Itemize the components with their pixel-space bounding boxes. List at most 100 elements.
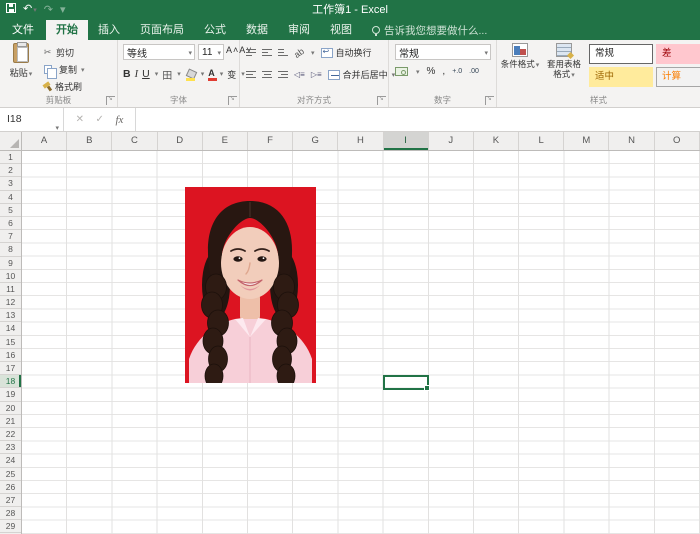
merge-center-button[interactable]: 合并后居中▾ <box>328 68 396 81</box>
tab-文件[interactable]: 文件 <box>0 20 46 40</box>
align-right-icon[interactable] <box>278 71 288 79</box>
row-header-13[interactable]: 13 <box>0 309 21 322</box>
column-header-N[interactable]: N <box>609 132 654 150</box>
cell-style-计算[interactable]: 计算 <box>656 67 700 87</box>
paste-button[interactable]: 粘贴▾ <box>4 43 38 95</box>
orientation-icon[interactable]: ab <box>292 46 306 60</box>
column-header-I[interactable]: I <box>384 132 429 150</box>
row-header-11[interactable]: 11 <box>0 283 21 296</box>
cell-style-常规[interactable]: 常规 <box>589 44 653 64</box>
insert-function-icon[interactable]: fx <box>115 114 123 126</box>
row-header-23[interactable]: 23 <box>0 441 21 454</box>
row-header-4[interactable]: 4 <box>0 191 21 204</box>
column-header-C[interactable]: C <box>112 132 157 150</box>
decrease-indent-icon[interactable]: ◁≡ <box>294 70 305 79</box>
column-header-G[interactable]: G <box>293 132 338 150</box>
column-header-D[interactable]: D <box>158 132 203 150</box>
italic-button[interactable]: I <box>135 69 139 80</box>
column-header-A[interactable]: A <box>22 132 67 150</box>
selected-cell-I18[interactable] <box>383 375 429 389</box>
tab-数据[interactable]: 数据 <box>236 20 278 40</box>
column-header-F[interactable]: F <box>248 132 293 150</box>
decrease-decimal-icon[interactable]: .00 <box>469 68 479 75</box>
cut-button[interactable]: ✂ 剪切 <box>42 45 116 60</box>
row-header-24[interactable]: 24 <box>0 454 21 467</box>
increase-decimal-icon[interactable]: +.0 <box>452 68 462 75</box>
top-align-icon[interactable] <box>246 49 256 57</box>
number-format-combo[interactable]: 常规▾ <box>395 44 491 60</box>
row-header-1[interactable]: 1 <box>0 151 21 164</box>
row-header-14[interactable]: 14 <box>0 322 21 335</box>
row-header-20[interactable]: 20 <box>0 402 21 415</box>
column-header-H[interactable]: H <box>338 132 383 150</box>
select-all-corner[interactable] <box>0 132 22 151</box>
font-name-combo[interactable]: 等线▾ <box>123 44 195 60</box>
bold-button[interactable]: B <box>123 68 131 80</box>
clipboard-dialog-launcher[interactable] <box>106 96 115 105</box>
align-left-icon[interactable] <box>246 71 256 79</box>
percent-style-icon[interactable]: % <box>427 66 436 77</box>
column-header-K[interactable]: K <box>474 132 519 150</box>
cell-style-适中[interactable]: 适中 <box>589 67 653 87</box>
row-header-6[interactable]: 6 <box>0 217 21 230</box>
row-header-7[interactable]: 7 <box>0 230 21 243</box>
cancel-icon[interactable]: ✕ <box>76 114 84 125</box>
font-color-icon[interactable]: A <box>208 68 215 81</box>
alignment-dialog-launcher[interactable] <box>377 96 386 105</box>
format-painter-button[interactable]: 格式刷 <box>42 79 116 94</box>
row-header-16[interactable]: 16 <box>0 349 21 362</box>
align-center-icon[interactable] <box>262 71 272 79</box>
tab-开始[interactable]: 开始 <box>46 20 88 40</box>
name-box[interactable]: I18▾ <box>0 108 64 131</box>
formula-input[interactable] <box>136 108 700 131</box>
tab-视图[interactable]: 视图 <box>320 20 362 40</box>
tab-插入[interactable]: 插入 <box>88 20 130 40</box>
column-header-L[interactable]: L <box>519 132 564 150</box>
row-header-17[interactable]: 17 <box>0 362 21 375</box>
tab-审阅[interactable]: 审阅 <box>278 20 320 40</box>
column-header-E[interactable]: E <box>203 132 248 150</box>
row-header-18[interactable]: 18 <box>0 375 21 388</box>
format-as-table-button[interactable]: 套用表格格式▾ <box>543 43 585 81</box>
row-header-26[interactable]: 26 <box>0 481 21 494</box>
row-header-25[interactable]: 25 <box>0 468 21 481</box>
row-header-21[interactable]: 21 <box>0 415 21 428</box>
column-header-O[interactable]: O <box>655 132 700 150</box>
row-header-3[interactable]: 3 <box>0 177 21 190</box>
fill-color-icon[interactable] <box>185 70 196 78</box>
tab-公式[interactable]: 公式 <box>194 20 236 40</box>
phonetic-guide-icon[interactable]: 变 <box>227 68 236 81</box>
column-header-B[interactable]: B <box>67 132 112 150</box>
row-header-27[interactable]: 27 <box>0 494 21 507</box>
column-header-M[interactable]: M <box>564 132 609 150</box>
row-header-15[interactable]: 15 <box>0 336 21 349</box>
increase-indent-icon[interactable]: ▷≡ <box>311 70 322 79</box>
conditional-formatting-button[interactable]: 条件格式▾ <box>499 43 541 71</box>
row-header-5[interactable]: 5 <box>0 204 21 217</box>
number-dialog-launcher[interactable] <box>485 96 494 105</box>
borders-icon[interactable]: 田 <box>162 67 172 82</box>
tell-me-box[interactable]: 告诉我您想要做什么... <box>362 20 487 40</box>
comma-style-icon[interactable]: , <box>442 66 445 77</box>
middle-align-icon[interactable] <box>262 49 272 57</box>
row-header-12[interactable]: 12 <box>0 296 21 309</box>
bottom-align-icon[interactable] <box>278 49 288 57</box>
row-header-9[interactable]: 9 <box>0 257 21 270</box>
enter-icon[interactable]: ✓ <box>96 114 104 125</box>
cell-style-差[interactable]: 差 <box>656 44 700 64</box>
cell-grid[interactable] <box>22 151 700 534</box>
row-header-19[interactable]: 19 <box>0 388 21 401</box>
row-header-10[interactable]: 10 <box>0 270 21 283</box>
row-header-2[interactable]: 2 <box>0 164 21 177</box>
wrap-text-button[interactable]: 自动换行 <box>321 46 372 59</box>
row-header-22[interactable]: 22 <box>0 428 21 441</box>
id-photo-image[interactable] <box>185 187 316 383</box>
copy-button[interactable]: 复制▾ <box>42 62 116 77</box>
font-size-combo[interactable]: 11▾ <box>198 44 224 60</box>
column-header-J[interactable]: J <box>429 132 474 150</box>
row-header-8[interactable]: 8 <box>0 243 21 256</box>
row-header-29[interactable]: 29 <box>0 520 21 533</box>
row-header-28[interactable]: 28 <box>0 507 21 520</box>
underline-button[interactable]: U <box>142 68 150 80</box>
font-dialog-launcher[interactable] <box>228 96 237 105</box>
